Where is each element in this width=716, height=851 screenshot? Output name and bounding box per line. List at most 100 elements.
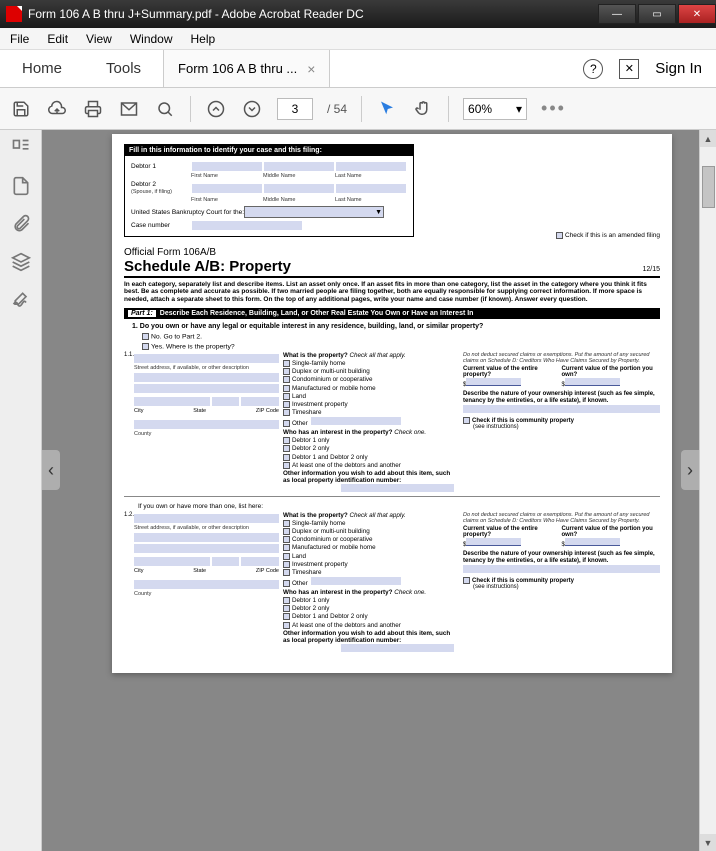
city-field[interactable] <box>134 557 210 566</box>
search-icon[interactable] <box>154 98 176 120</box>
minimize-button[interactable]: — <box>598 4 636 24</box>
cb-land[interactable] <box>283 393 290 400</box>
value-entire[interactable] <box>466 538 521 546</box>
debtor1-last[interactable] <box>336 162 406 171</box>
cloud-upload-icon[interactable] <box>46 98 68 120</box>
q1-yes-checkbox[interactable] <box>142 343 149 350</box>
nature-field[interactable] <box>463 565 660 573</box>
menu-help[interactable]: Help <box>191 32 216 46</box>
page-number-input[interactable] <box>277 98 313 120</box>
scroll-thumb[interactable] <box>702 166 715 208</box>
zoom-select[interactable]: 60%▾ <box>463 98 527 120</box>
state-field[interactable] <box>212 397 239 406</box>
zip-field[interactable] <box>241 397 279 406</box>
signatures-icon[interactable] <box>11 290 31 310</box>
prev-page-button[interactable]: ‹ <box>42 450 60 490</box>
other-info-field[interactable] <box>341 644 454 652</box>
maximize-button[interactable]: ▭ <box>638 4 676 24</box>
county-field[interactable] <box>134 420 279 429</box>
tab-home[interactable]: Home <box>0 50 84 87</box>
debtor2-last[interactable] <box>336 184 406 193</box>
cb-atleast[interactable] <box>283 462 290 469</box>
nature-field[interactable] <box>463 405 660 413</box>
scroll-up-icon[interactable]: ▲ <box>700 130 716 147</box>
value-portion[interactable] <box>565 538 620 546</box>
tab-tools[interactable]: Tools <box>84 50 163 87</box>
street-3[interactable] <box>134 544 279 553</box>
menu-view[interactable]: View <box>86 32 112 46</box>
cb-investment[interactable] <box>283 401 290 408</box>
other-info-field[interactable] <box>341 484 454 492</box>
page-down-icon[interactable] <box>241 98 263 120</box>
street-1[interactable] <box>134 354 279 363</box>
email-icon[interactable] <box>118 98 140 120</box>
menu-file[interactable]: File <box>10 32 29 46</box>
tab-close-icon[interactable]: × <box>307 61 315 77</box>
cb-timeshare[interactable] <box>283 409 290 416</box>
cb-community[interactable] <box>463 417 470 424</box>
cb-other[interactable] <box>283 580 290 587</box>
street-2[interactable] <box>134 533 279 542</box>
close-button[interactable]: ✕ <box>678 4 716 24</box>
cb-debtor1[interactable] <box>283 597 290 604</box>
cb-manufactured[interactable] <box>283 544 290 551</box>
street-1[interactable] <box>134 514 279 523</box>
debtor2-middle[interactable] <box>264 184 334 193</box>
separator <box>448 96 449 122</box>
print-icon[interactable] <box>82 98 104 120</box>
street-3[interactable] <box>134 384 279 393</box>
vertical-scrollbar[interactable]: ▲ ▼ <box>699 130 716 851</box>
cb-timeshare[interactable] <box>283 569 290 576</box>
cb-community[interactable] <box>463 577 470 584</box>
amended-checkbox[interactable] <box>556 232 563 239</box>
help-icon[interactable]: ? <box>583 59 603 79</box>
attachments-icon[interactable] <box>11 214 31 234</box>
q1-no-checkbox[interactable] <box>142 333 149 340</box>
cb-single-family[interactable] <box>283 520 290 527</box>
cb-manufactured[interactable] <box>283 385 290 392</box>
cb-debtor2[interactable] <box>283 605 290 612</box>
cb-debtor12[interactable] <box>283 454 290 461</box>
thumbnails-icon[interactable] <box>11 138 31 158</box>
debtor2-first[interactable] <box>192 184 262 193</box>
cb-other[interactable] <box>283 420 290 427</box>
layers-icon[interactable] <box>11 252 31 272</box>
other-field[interactable] <box>311 577 401 585</box>
cb-atleast[interactable] <box>283 622 290 629</box>
bookmarks-icon[interactable] <box>11 176 31 196</box>
county-field[interactable] <box>134 580 279 589</box>
street-2[interactable] <box>134 373 279 382</box>
menu-edit[interactable]: Edit <box>47 32 68 46</box>
more-icon[interactable]: ••• <box>541 98 566 119</box>
court-select[interactable]: ▼ <box>244 206 384 218</box>
cb-condo[interactable] <box>283 536 290 543</box>
state-field[interactable] <box>212 557 239 566</box>
city-field[interactable] <box>134 397 210 406</box>
scroll-down-icon[interactable]: ▼ <box>700 834 716 851</box>
cb-duplex[interactable] <box>283 368 290 375</box>
pointer-icon[interactable] <box>376 98 398 120</box>
debtor1-first[interactable] <box>192 162 262 171</box>
sign-in-button[interactable]: Sign In <box>655 60 702 77</box>
cb-debtor12[interactable] <box>283 613 290 620</box>
document-tab[interactable]: Form 106 A B thru ... × <box>163 50 330 87</box>
menu-window[interactable]: Window <box>130 32 173 46</box>
hand-icon[interactable] <box>412 98 434 120</box>
save-icon[interactable] <box>10 98 32 120</box>
other-field[interactable] <box>311 417 401 425</box>
cb-single-family[interactable] <box>283 360 290 367</box>
cb-condo[interactable] <box>283 376 290 383</box>
page-up-icon[interactable] <box>205 98 227 120</box>
cb-debtor1[interactable] <box>283 437 290 444</box>
value-entire[interactable] <box>466 378 521 386</box>
cb-investment[interactable] <box>283 561 290 568</box>
case-number-field[interactable] <box>192 221 302 230</box>
zip-field[interactable] <box>241 557 279 566</box>
value-portion[interactable] <box>565 378 620 386</box>
mobile-icon[interactable]: ✕ <box>619 59 639 79</box>
cb-duplex[interactable] <box>283 528 290 535</box>
debtor1-middle[interactable] <box>264 162 334 171</box>
next-page-button[interactable]: › <box>681 450 699 490</box>
cb-land[interactable] <box>283 553 290 560</box>
cb-debtor2[interactable] <box>283 445 290 452</box>
